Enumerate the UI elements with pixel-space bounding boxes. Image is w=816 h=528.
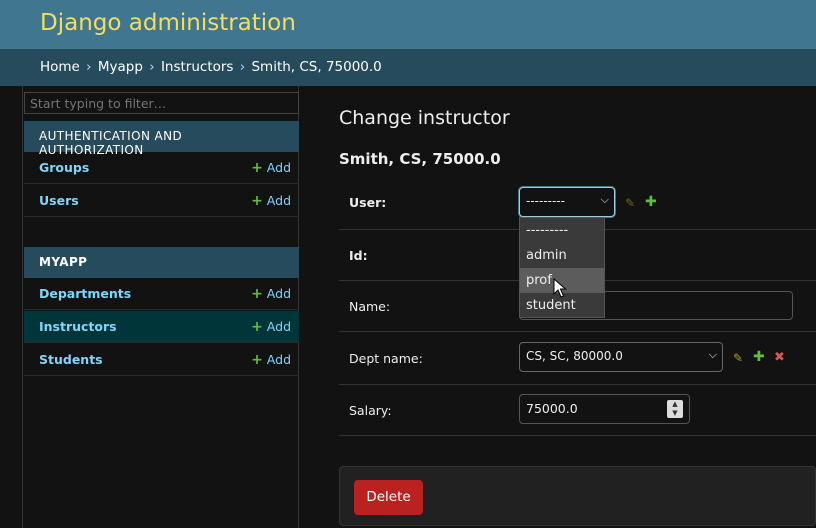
chevron-down-icon: ⌵ (600, 193, 609, 206)
pencil-icon[interactable]: ✎ (733, 351, 743, 365)
salary-value: 75000.0 (526, 401, 578, 416)
breadcrumb-current: Smith, CS, 75000.0 (251, 59, 382, 75)
id-label: Id: (349, 248, 368, 263)
user-select[interactable]: --------- ⌵ (519, 187, 615, 217)
plus-icon: + (251, 193, 263, 209)
delete-button[interactable]: Delete (354, 480, 423, 515)
name-label: Name: (349, 299, 391, 314)
header: Django administration (0, 0, 816, 49)
add-label: Add (266, 160, 291, 175)
sidebar-item-label[interactable]: Groups (39, 160, 89, 175)
sidebar-item-students[interactable]: Students + Add (24, 344, 299, 376)
breadcrumb-separator: › (149, 59, 155, 75)
add-label: Add (266, 193, 291, 208)
dept-name-select-value: CS, SC, 80000.0 (526, 349, 623, 363)
add-label: Add (266, 352, 291, 367)
sidebar-item-label[interactable]: Users (39, 193, 79, 208)
stepper-up-icon[interactable]: ▲ (667, 400, 683, 409)
user-dropdown-list[interactable]: --------- admin prof student (519, 217, 605, 318)
dropdown-option[interactable]: admin (520, 243, 604, 268)
stepper-down-icon[interactable]: ▼ (667, 409, 683, 418)
sidebar-item-label[interactable]: Students (39, 352, 103, 367)
sidebar-item-departments[interactable]: Departments + Add (24, 278, 299, 310)
plus-icon[interactable]: ✚ (645, 194, 657, 210)
sidebar-item-label[interactable]: Instructors (39, 319, 117, 334)
user-select-value: --------- (526, 194, 565, 208)
app-caption-auth[interactable]: AUTHENTICATION AND AUTHORIZATION (24, 121, 299, 157)
plus-icon: + (251, 286, 263, 302)
site-branding[interactable]: Django administration (40, 10, 296, 36)
breadcrumb: Home › Myapp › Instructors › Smith, CS, … (0, 49, 816, 86)
app-caption-myapp[interactable]: MYAPP (24, 247, 299, 278)
x-icon[interactable]: ✖ (774, 350, 785, 365)
plus-icon: + (251, 352, 263, 368)
dept-name-label: Dept name: (349, 351, 423, 366)
add-label: Add (266, 319, 291, 334)
sidebar-item-users[interactable]: Users + Add (24, 185, 299, 217)
user-label: User: (349, 195, 387, 210)
sidebar-item-label[interactable]: Departments (39, 286, 131, 301)
plus-icon: + (251, 319, 263, 335)
breadcrumb-separator: › (239, 59, 246, 75)
add-users-link[interactable]: + Add (251, 193, 291, 209)
nav-filter-input[interactable] (24, 92, 299, 114)
form-row-salary: Salary: 75000.0 ▲ ▼ (339, 385, 816, 436)
mouse-cursor-icon (553, 278, 567, 298)
pencil-icon[interactable]: ✎ (625, 196, 635, 210)
breadcrumb-separator: › (86, 59, 92, 75)
add-students-link[interactable]: + Add (251, 352, 291, 368)
chevron-down-icon: ⌵ (708, 348, 717, 361)
salary-input[interactable]: 75000.0 ▲ ▼ (519, 394, 690, 424)
breadcrumb-model[interactable]: Instructors (161, 59, 234, 75)
add-label: Add (266, 286, 291, 301)
sidebar-item-instructors[interactable]: Instructors + Add (24, 311, 299, 343)
page-title: Change instructor (339, 107, 510, 129)
plus-icon[interactable]: ✚ (753, 349, 765, 365)
add-instructors-link[interactable]: + Add (251, 319, 291, 335)
dept-name-select[interactable]: CS, SC, 80000.0 ⌵ (519, 342, 723, 372)
breadcrumb-home[interactable]: Home (40, 59, 80, 75)
add-groups-link[interactable]: + Add (251, 160, 291, 176)
nav-sidebar: AUTHENTICATION AND AUTHORIZATION Groups … (22, 86, 299, 528)
breadcrumb-app[interactable]: Myapp (98, 59, 143, 75)
form-row-dept-name: Dept name: CS, SC, 80000.0 ⌵ ✎ ✚ ✖ (339, 332, 816, 385)
plus-icon: + (251, 160, 263, 176)
object-name: Smith, CS, 75000.0 (339, 150, 501, 168)
submit-row: Delete (339, 466, 816, 526)
add-departments-link[interactable]: + Add (251, 286, 291, 302)
dropdown-option[interactable]: --------- (520, 218, 604, 243)
sidebar-item-groups[interactable]: Groups + Add (24, 152, 299, 184)
salary-label: Salary: (349, 403, 392, 418)
number-stepper[interactable]: ▲ ▼ (667, 400, 683, 418)
